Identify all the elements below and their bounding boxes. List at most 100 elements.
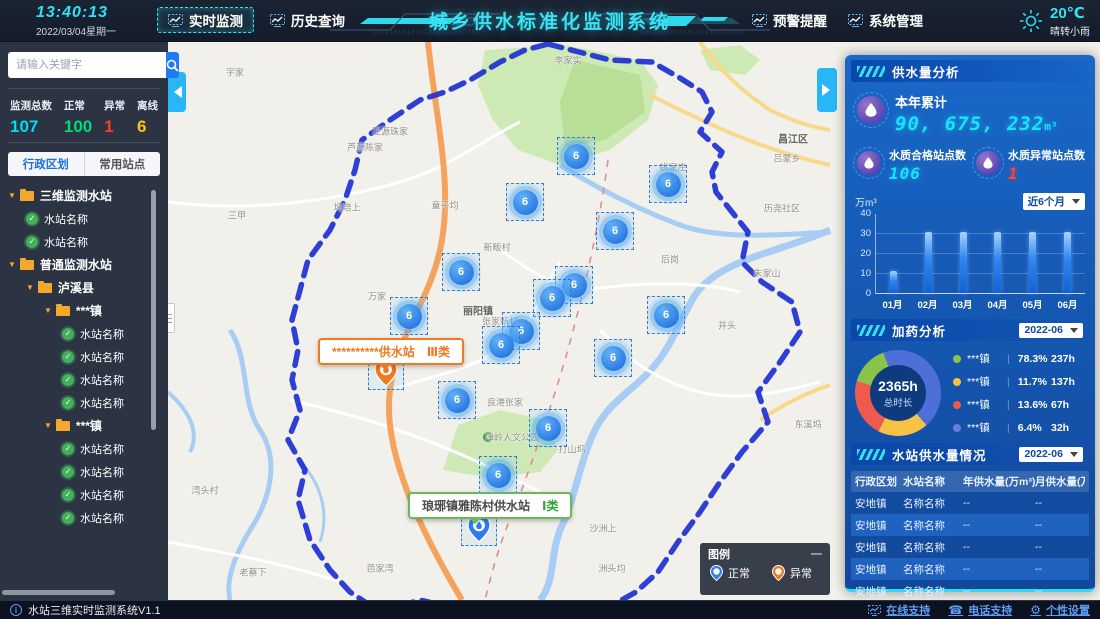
- personal-settings-link[interactable]: ⚙ 个性设置: [1030, 602, 1090, 618]
- tree-station-item[interactable]: ✓水站名称: [0, 483, 150, 506]
- station-cluster-marker[interactable]: 6: [479, 456, 517, 494]
- tree-station-item[interactable]: ✓水站名称: [0, 368, 150, 391]
- station-cluster-marker[interactable]: 6: [506, 183, 544, 221]
- donut-total-label: 总时长: [884, 395, 913, 409]
- map-place-label: 宇家: [226, 66, 244, 79]
- station-cluster-marker[interactable]: 6: [647, 296, 685, 334]
- tree-expand-arrow-icon[interactable]: ▼: [44, 306, 52, 315]
- tree-station-item[interactable]: ✓ 水站名称: [0, 437, 150, 460]
- stat-value: 1: [104, 117, 113, 137]
- station-status-check-icon: ✓: [62, 443, 74, 455]
- station-cluster-marker[interactable]: 6: [390, 297, 428, 335]
- station-cluster-marker[interactable]: 6: [557, 137, 595, 175]
- station-popup-normal[interactable]: 琅琊镇雅陈村供水站 Ⅰ类: [408, 492, 572, 519]
- qualified-stations-block: 水质合格站点数 106: [857, 147, 968, 183]
- tree-station-item[interactable]: ✓水站名称: [0, 391, 150, 414]
- table-cell: --: [1035, 519, 1085, 531]
- phone-support-link[interactable]: ☎ 电话支持: [948, 602, 1012, 618]
- panel-expand-button[interactable]: [817, 68, 837, 112]
- tree-expand-arrow-icon[interactable]: ▼: [8, 260, 16, 269]
- range-select-dropdown[interactable]: 近6个月: [1023, 193, 1085, 210]
- cluster-count: 6: [654, 303, 679, 328]
- map-place-label: 历尧社区: [764, 202, 800, 215]
- table-row[interactable]: 安地镇名称名称----: [851, 580, 1089, 602]
- left-sidebar: 监测总数107正常100异常1离线6 行政区划 常用站点 ▼三维监测水站✓水站名…: [0, 42, 168, 600]
- map-place-label: 良港张家: [487, 396, 523, 409]
- table-row[interactable]: 安地镇名称名称----: [851, 558, 1089, 580]
- table-row[interactable]: 安地镇名称名称----: [851, 514, 1089, 536]
- station-status-check-icon: ✓: [26, 236, 38, 248]
- tree-label: 水站名称: [80, 326, 124, 342]
- tree-label: 泸溪县: [58, 279, 94, 296]
- tab-admin-region[interactable]: 行政区划: [8, 152, 84, 176]
- table-row[interactable]: 安地镇名称名称----: [851, 536, 1089, 558]
- tree-station-item[interactable]: ✓ 水站名称: [0, 322, 150, 345]
- tree-station-item[interactable]: ✓水站名称: [0, 345, 150, 368]
- cluster-count: 6: [397, 304, 422, 329]
- tree-station-item[interactable]: ✓水站名称: [0, 207, 150, 230]
- tree-expand-arrow-icon[interactable]: ▼: [8, 191, 16, 200]
- station-cluster-marker[interactable]: 6: [482, 326, 520, 364]
- table-cell: 名称名称: [903, 562, 963, 577]
- legend-color-dot: [953, 401, 961, 409]
- station-status-check-icon: ✓: [62, 328, 74, 340]
- folder-icon: [56, 306, 70, 316]
- map-place-label: 万家: [368, 290, 386, 303]
- tree-label: 水站名称: [80, 441, 124, 457]
- search-input[interactable]: [8, 52, 166, 78]
- stat-离线: 离线6: [137, 98, 158, 137]
- legend-item-label: 异常: [790, 565, 812, 581]
- tree-station-item[interactable]: ✓水站名称: [0, 230, 150, 253]
- search-button[interactable]: [166, 52, 179, 78]
- table-month-dropdown[interactable]: 2022-06: [1019, 447, 1083, 462]
- station-status-check-icon: ✓: [62, 512, 74, 524]
- tree-expand-arrow-icon[interactable]: ▼: [26, 283, 34, 292]
- tree-folder-item[interactable]: ▼三维监测水站: [0, 184, 150, 207]
- station-popup-abnormal[interactable]: **********供水站 Ⅲ类: [318, 338, 464, 365]
- station-cluster-marker[interactable]: 6: [594, 339, 632, 377]
- sidebar-horizontal-scrollbar[interactable]: [2, 590, 115, 595]
- sidebar-vertical-scrollbar[interactable]: [151, 190, 156, 430]
- tab-common-stations[interactable]: 常用站点: [84, 152, 161, 176]
- online-support-link[interactable]: 在线支持: [868, 602, 930, 618]
- station-cluster-marker[interactable]: 6: [442, 253, 480, 291]
- monitor-icon: [868, 605, 881, 616]
- station-cluster-marker[interactable]: 6: [438, 381, 476, 419]
- stat-label: 正常: [64, 98, 85, 113]
- app-root: 李家实宇家汪源珠家芦源陈家三甲坞培上童子均新畈村昌江区吕蒙乡历尧社区姚家庄后岗朱…: [0, 0, 1100, 619]
- tree-expand-arrow-icon[interactable]: ▼: [44, 421, 52, 430]
- tree-folder-item[interactable]: ▼ 泸溪县: [0, 276, 150, 299]
- cluster-count: 6: [486, 463, 511, 488]
- sidebar-collapse-button[interactable]: [168, 72, 186, 112]
- chevron-down-icon: [1070, 328, 1078, 337]
- legend-minimize-button[interactable]: —: [811, 548, 822, 560]
- station-status-check-icon: ✓: [62, 351, 74, 363]
- station-cluster-marker[interactable]: 6: [529, 409, 567, 447]
- phone-icon: ☎: [948, 603, 963, 617]
- tree-folder-item[interactable]: ▼***镇: [0, 414, 150, 437]
- table-cell: 名称名称: [903, 518, 963, 533]
- dosing-month-dropdown[interactable]: 2022-06: [1019, 323, 1083, 338]
- dosing-hours: 137h: [1051, 376, 1075, 388]
- tree-station-item[interactable]: ✓水站名称: [0, 460, 150, 483]
- y-axis-tick: 0: [866, 289, 871, 299]
- tree-label: 水站名称: [80, 372, 124, 388]
- station-cluster-marker[interactable]: 6: [649, 165, 687, 203]
- legend-item-label: 正常: [728, 565, 750, 581]
- x-axis-tick: 01月: [882, 297, 902, 311]
- tree-folder-item[interactable]: ▼普通监测水站: [0, 253, 150, 276]
- tree-folder-item[interactable]: ▼***镇: [0, 299, 150, 322]
- cluster-count: 6: [656, 172, 681, 197]
- tree-label: 水站名称: [44, 211, 88, 227]
- table-cell: --: [963, 519, 1035, 531]
- system-version: 水站三维实时监测系统V1.1: [28, 602, 161, 618]
- top-header: 13:40:13 2022/03/04星期一 实时监测 历史查询 1010101…: [0, 0, 1100, 42]
- legend-item-正常: 正常: [710, 565, 750, 581]
- map-place-label: 李家实: [554, 54, 581, 67]
- tree-station-item[interactable]: ✓水站名称: [0, 506, 150, 529]
- table-row[interactable]: 安地镇名称名称----: [851, 492, 1089, 514]
- map-place-label: 朱家山: [753, 267, 780, 280]
- table-cell: 安地镇: [855, 540, 903, 555]
- table-cell: --: [1035, 541, 1085, 553]
- station-cluster-marker[interactable]: 6: [596, 212, 634, 250]
